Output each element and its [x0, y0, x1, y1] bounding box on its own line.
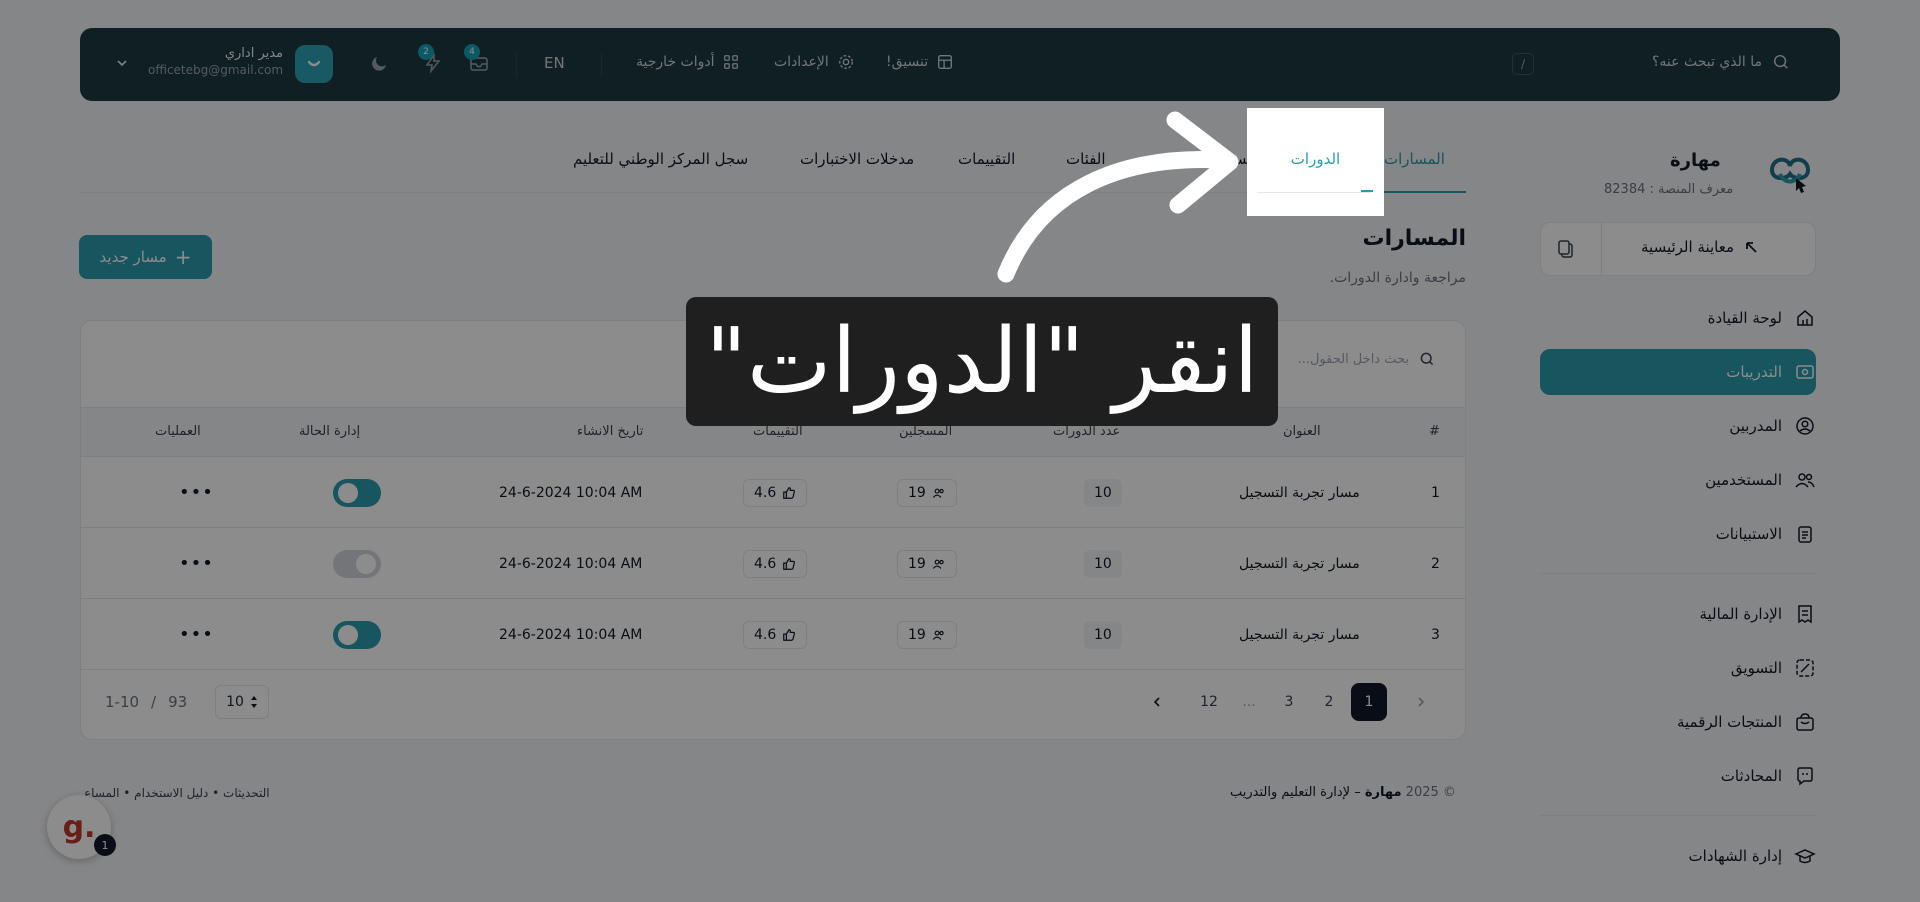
spotlight-tabs-baseline: [1257, 192, 1371, 193]
tutorial-dim-overlay: [0, 0, 1920, 902]
tutorial-instruction: انقر "الدورات": [686, 297, 1278, 426]
spotlight-underline: [1361, 190, 1373, 192]
tab-courses[interactable]: الدورات: [1247, 150, 1384, 168]
pointer-arrow-icon: [997, 111, 1239, 283]
